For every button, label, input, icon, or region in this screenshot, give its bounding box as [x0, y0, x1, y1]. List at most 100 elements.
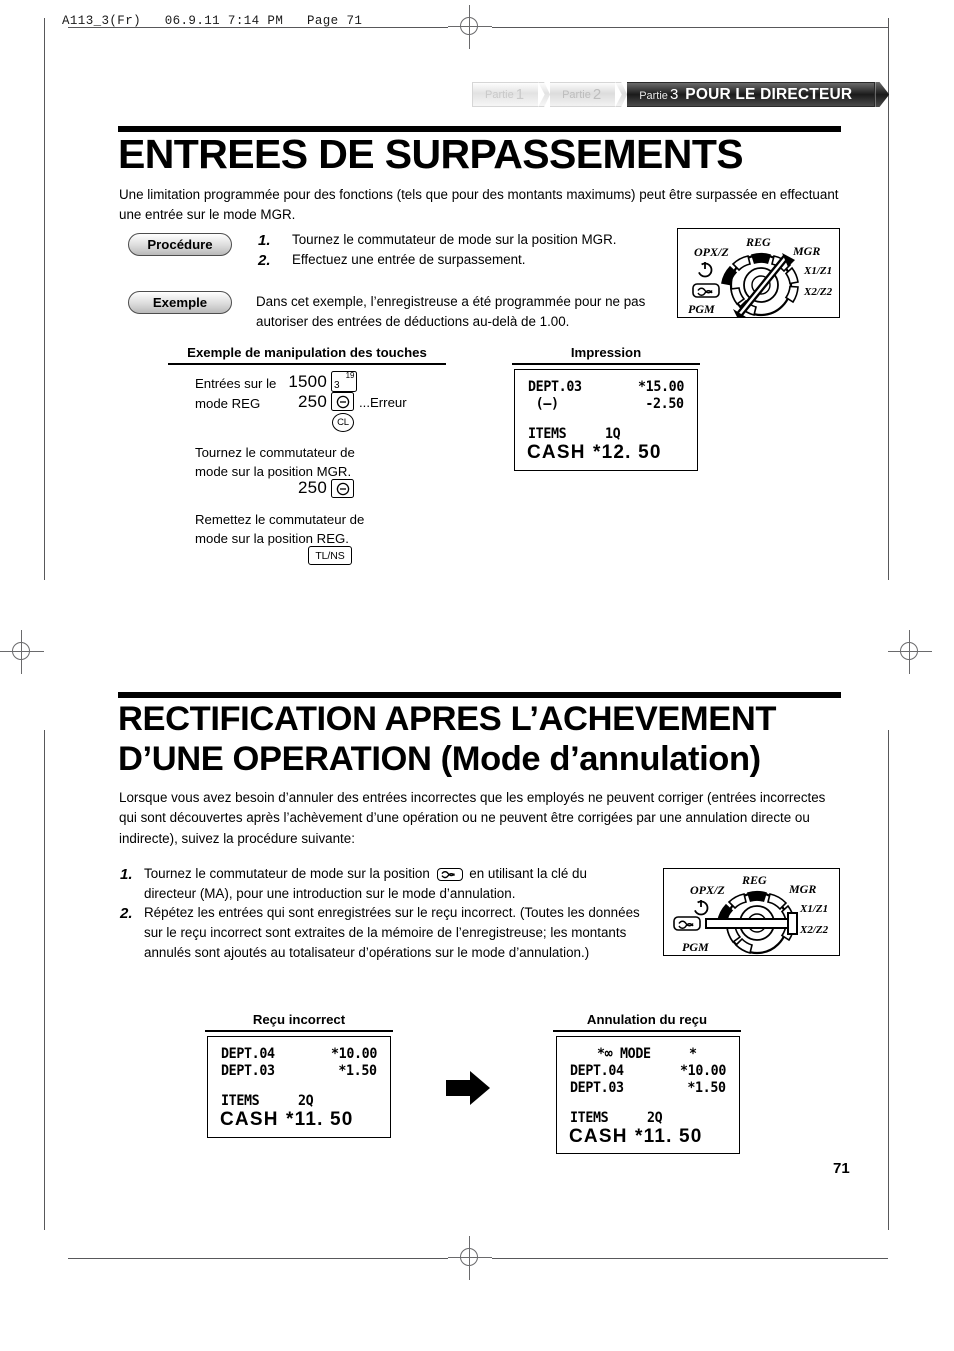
- svg-text:X1/Z1: X1/Z1: [803, 265, 832, 277]
- receipt3-items-label: ITEMS: [570, 1110, 609, 1126]
- svg-text:OPX/Z: OPX/Z: [694, 245, 729, 259]
- svg-text:PGM: PGM: [682, 940, 709, 954]
- section2-step-1-number: 1.: [120, 866, 133, 883]
- procedure-step-1-text: Tournez le commutateur de mode sur la po…: [292, 232, 617, 247]
- keystroke-note1-line1: Tournez le commutateur de: [195, 445, 355, 460]
- svg-text:OPX/Z: OPX/Z: [690, 883, 725, 897]
- example-text: Dans cet exemple, l’enregistreuse a été …: [256, 294, 646, 330]
- receipt-void-heading: Annulation du reçu: [586, 1012, 708, 1027]
- example-badge: Exemple: [128, 291, 232, 314]
- section2-step-2-number: 2.: [120, 905, 133, 922]
- dept-key-icon[interactable]: 3 19: [331, 371, 357, 392]
- tab-arrow-tip: [875, 82, 890, 107]
- svg-text:X2/Z2: X2/Z2: [803, 286, 833, 298]
- section1-intro: Une limitation programmée pour des fonct…: [119, 187, 839, 223]
- tab-partie-1[interactable]: Partie 1: [472, 82, 539, 107]
- receipt2-row1-right: *1.50: [338, 1063, 378, 1079]
- receipt1-items-label: ITEMS: [528, 426, 567, 442]
- receipt3-row1-right: *1.50: [687, 1080, 727, 1096]
- tab-partie-2[interactable]: Partie 2: [550, 82, 616, 107]
- procedure-step-2-number: 2.: [258, 252, 271, 269]
- void-mode-icon: [436, 867, 463, 881]
- minus-key-icon-2[interactable]: [331, 479, 354, 498]
- keystroke-amount-2: 250: [298, 392, 327, 411]
- registration-mark-top: [448, 5, 492, 49]
- minus-key-icon[interactable]: [331, 392, 354, 411]
- svg-text:X2/Z2: X2/Z2: [799, 924, 829, 936]
- section2-step-1-text-before: Tournez le commutateur de mode sur la po…: [144, 866, 430, 881]
- crop-rule-left-lower: [44, 730, 46, 1230]
- procedure-badge: Procédure: [128, 233, 232, 256]
- receipt-bad-heading: Reçu incorrect: [252, 1012, 346, 1027]
- void-mode-glyph: [441, 871, 455, 879]
- arrow-right-glyph: [446, 1071, 490, 1105]
- keystroke-label-line2: mode REG: [195, 396, 261, 411]
- crop-rule-left-top: [44, 18, 46, 64]
- crop-rule-bottom-center-right: [492, 1258, 888, 1260]
- keys-column-rule: [168, 363, 446, 365]
- procedure-step-2-text: Effectuez une entrée de surpassement.: [292, 252, 526, 267]
- receipt2-row0-right: *10.00: [331, 1046, 377, 1062]
- circled-minus-glyph: [336, 395, 349, 408]
- section2-title-line2: D’UNE OPERATION (Mode d’annulation): [118, 740, 761, 778]
- receipt2-total-label: CASH: [220, 1109, 279, 1130]
- receipt3-row0-left: DEPT.04: [570, 1063, 624, 1079]
- receipt3-items-value: 2Q: [647, 1110, 663, 1126]
- receipt-impression: DEPT.03 *15.00 (—) -2.50 ITEMS 1Q CASH *…: [514, 369, 698, 471]
- receipt3-row1-left: DEPT.03: [570, 1080, 624, 1096]
- receipt3-row0-right: *10.00: [680, 1063, 726, 1079]
- section2-intro: Lorsque vous avez besoin d’annuler des e…: [119, 790, 826, 846]
- section2-rule: [118, 692, 841, 698]
- section2-step-2: 2. Répétez les entrées qui sont enregist…: [120, 903, 640, 963]
- mode-dial-mgr: REG OPX/Z MGR X1/Z1 X2/Z2 PGM: [677, 228, 840, 319]
- receipt3-total-label: CASH: [569, 1126, 628, 1147]
- receipt1-row0-left: DEPT.03: [528, 379, 582, 395]
- registration-mark-right: [888, 630, 932, 674]
- keys-column-heading: Exemple de manipulation des touches: [187, 345, 427, 360]
- svg-text:REG: REG: [741, 873, 767, 887]
- tab-partie-3-label: Partie: [639, 90, 668, 102]
- receipt-void: *∞ MODE * DEPT.04 *10.00 DEPT.03 *1.50 I…: [556, 1036, 740, 1154]
- receipt3-header: *∞ MODE *: [597, 1046, 697, 1062]
- section1-title: ENTREES DE SURPASSEMENTS: [118, 131, 744, 177]
- mode-dial-void: REG OPX/Z MGR X1/Z1 X2/Z2 PGM: [663, 868, 840, 956]
- document-page: A113_3(Fr) 06.9.11 7:14 PM Page 71 Parti…: [0, 0, 954, 1351]
- print-column-rule: [512, 363, 700, 365]
- keystroke-error-note: ...Erreur: [359, 395, 407, 410]
- tab-partie-3-active[interactable]: Partie 3 POUR LE DIRECTEUR: [627, 82, 876, 107]
- crop-rule-left-body: [44, 64, 46, 580]
- tab-partie-3-title: POUR LE DIRECTEUR: [685, 85, 853, 103]
- tlns-key-icon[interactable]: TL/NS: [308, 546, 352, 565]
- receipt1-row0-right: *15.00: [638, 379, 684, 395]
- section2-step-2-text: Répétez les entrées qui sont enregistrée…: [144, 905, 640, 961]
- mode-dial-void-graphic: REG OPX/Z MGR X1/Z1 X2/Z2 PGM: [673, 873, 829, 955]
- print-column-heading: Impression: [570, 345, 642, 360]
- breadcrumb: Partie 1 Partie 2 Partie 3 POUR LE DIRECTEU…: [472, 82, 890, 107]
- tab-partie-3-number: 3: [669, 86, 679, 103]
- registration-mark-left: [0, 630, 44, 674]
- registration-mark-bottom: [448, 1236, 492, 1280]
- crop-rule-right-lower: [888, 730, 890, 1230]
- clear-key-icon[interactable]: CL: [332, 413, 354, 432]
- svg-text:MGR: MGR: [788, 882, 816, 896]
- running-head: A113_3(Fr) 06.9.11 7:14 PM Page 71: [62, 14, 363, 28]
- receipt1-row1-left: (—): [528, 396, 559, 412]
- keystroke-amount-3: 250: [298, 478, 327, 497]
- receipt2-row0-left: DEPT.04: [221, 1046, 275, 1062]
- keystroke-amount-1: 1500: [288, 372, 327, 391]
- arrow-right-icon: [444, 1068, 492, 1113]
- tab-partie-1-number: 1: [515, 86, 525, 103]
- procedure-step-1: 1. Tournez le commutateur de mode sur la…: [258, 230, 658, 250]
- mode-dial-mgr-graphic: REG OPX/Z MGR X1/Z1 X2/Z2 PGM: [688, 235, 833, 319]
- receipt1-row1-right: -2.50: [645, 396, 685, 412]
- crop-rule-bottom-center-left: [68, 1258, 448, 1260]
- tab-separator-2: [615, 82, 628, 107]
- dept-key-main: 3: [334, 380, 340, 391]
- tab-partie-1-label: Partie: [485, 88, 514, 101]
- svg-text:REG: REG: [745, 235, 771, 249]
- receipt2-total-value: *11. 50: [286, 1109, 354, 1130]
- keystroke-note2-line1: Remettez le commutateur de: [195, 512, 365, 527]
- svg-text:PGM: PGM: [688, 302, 715, 316]
- receipt2-items-label: ITEMS: [221, 1093, 260, 1109]
- svg-text:X1/Z1: X1/Z1: [799, 903, 828, 915]
